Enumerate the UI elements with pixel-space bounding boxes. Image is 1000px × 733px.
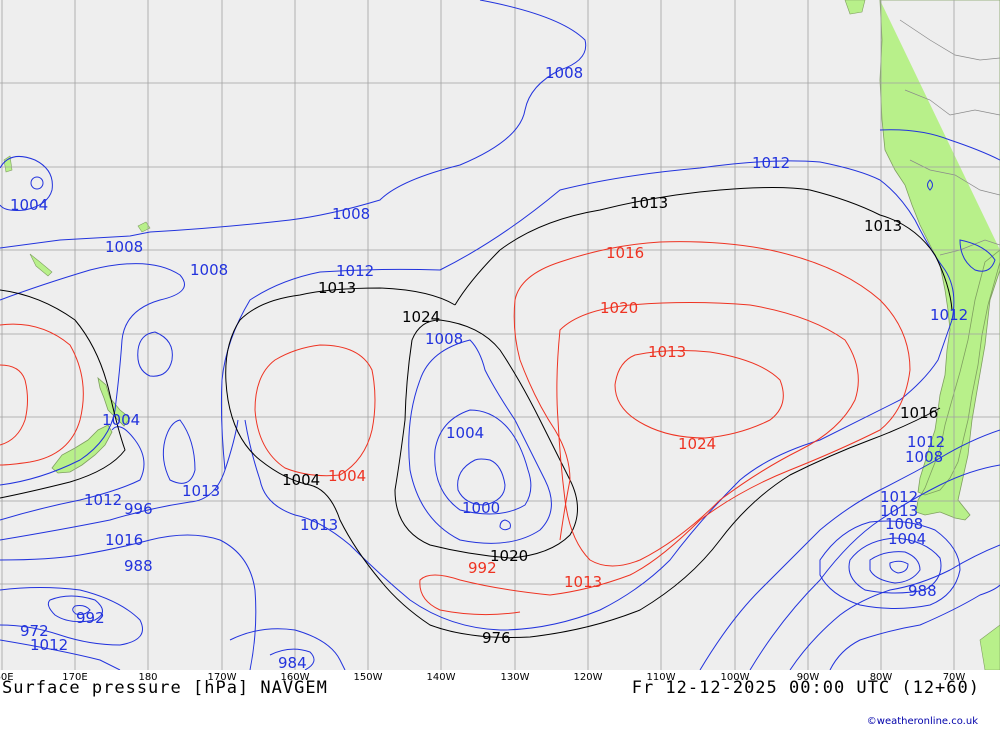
lon-label-140w: 140W	[426, 672, 456, 683]
isobar-label: 1012	[30, 636, 68, 654]
isobar-label: 1012	[336, 262, 374, 280]
isobar-label: 1008	[425, 330, 463, 348]
isobar-label: 1012	[84, 491, 122, 509]
isobar-label: 1020	[600, 299, 638, 317]
isobar-label: 1013	[318, 279, 356, 297]
isobar-label: 1013	[300, 516, 338, 534]
isobar-label: 1013	[630, 194, 668, 212]
map-title: Surface pressure [hPa] NAVGEM	[2, 678, 328, 698]
isobar-label: 1008	[190, 261, 228, 279]
isobar-label: 1008	[105, 238, 143, 256]
lon-label-150w: 150W	[353, 672, 383, 683]
isobar-label: 976	[482, 629, 511, 647]
isobar-label: 1008	[332, 205, 370, 223]
isobar-label: 1012	[752, 154, 790, 172]
isobar-label: 1013	[182, 482, 220, 500]
pressure-map: 1008 1004 1008 1008 1008 1012 1013 1013 …	[0, 0, 1000, 670]
isobar-label: 1016	[900, 404, 938, 422]
isobar-label: 1024	[402, 308, 440, 326]
isobar-label: 1013	[564, 573, 602, 591]
isobar-label: 988	[908, 582, 937, 600]
isobar-label: 1024	[678, 435, 716, 453]
isobar-label: 1004	[102, 411, 140, 429]
isobar-label: 992	[76, 609, 105, 627]
isobar-label: 1013	[864, 217, 902, 235]
isobar-label: 1013	[648, 343, 686, 361]
lon-label-120w: 120W	[573, 672, 603, 683]
isobar-label: 1004	[10, 196, 48, 214]
isobar-label: 1008	[905, 448, 943, 466]
isobar-label: 996	[124, 500, 153, 518]
isobar-label: 992	[468, 559, 497, 577]
valid-time: Fr 12-12-2025 00:00 UTC (12+60)	[631, 678, 980, 698]
isobar-label: 984	[278, 654, 307, 670]
isobar-label: 1000	[462, 499, 500, 517]
lon-label-130w: 130W	[500, 672, 530, 683]
isobar-label: 1004	[446, 424, 484, 442]
isobar-label: 1016	[606, 244, 644, 262]
isobar-label: 1012	[930, 306, 968, 324]
credit-link[interactable]: ©weatheronline.co.uk	[867, 716, 978, 727]
isobar-label: 1016	[105, 531, 143, 549]
isobar-label: 988	[124, 557, 153, 575]
isobar-label: 1004	[328, 467, 366, 485]
isobar-label: 1008	[545, 64, 583, 82]
isobar-label: 1012	[880, 488, 918, 506]
isobar-label: 1004	[282, 471, 320, 489]
